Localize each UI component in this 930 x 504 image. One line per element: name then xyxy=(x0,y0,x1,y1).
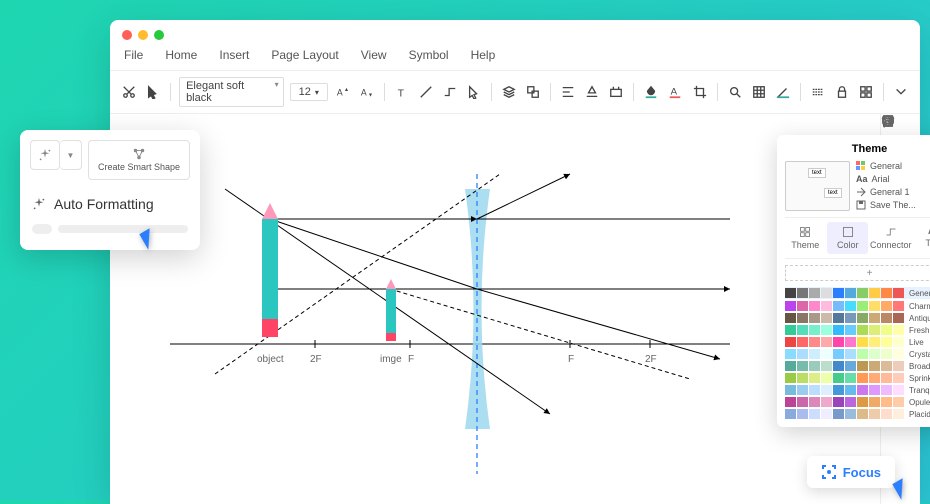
svg-text:A: A xyxy=(671,87,678,98)
menu-home[interactable]: Home xyxy=(165,48,197,62)
label-2f-left: 2F xyxy=(310,354,322,365)
svg-text:▲: ▲ xyxy=(344,87,349,93)
size-button[interactable] xyxy=(607,82,625,102)
sparkle-button[interactable] xyxy=(30,140,60,170)
toolbar: Elegant soft black 12▾ A▲ A▼ T A xyxy=(110,70,920,114)
optics-diagram xyxy=(110,114,880,504)
menu-insert[interactable]: Insert xyxy=(219,48,249,62)
pointer-button[interactable] xyxy=(144,82,162,102)
label-2f-right: 2F xyxy=(645,354,657,365)
select-tool-button[interactable] xyxy=(465,82,483,102)
swatch-row-sprinkle[interactable]: Sprinkle xyxy=(785,373,930,383)
cut-button[interactable] xyxy=(120,82,138,102)
focus-button[interactable]: Focus xyxy=(807,456,895,488)
crop-button[interactable] xyxy=(691,82,709,102)
theme-tab-text[interactable]: AaText xyxy=(914,222,930,254)
format-slider[interactable] xyxy=(30,218,190,240)
label-image: imge xyxy=(380,354,402,365)
theme-tab-color[interactable]: Color xyxy=(827,222,867,254)
menu-help[interactable]: Help xyxy=(471,48,496,62)
window-controls xyxy=(110,20,920,46)
menu-file[interactable]: File xyxy=(124,48,143,62)
line-tool-button[interactable] xyxy=(417,82,435,102)
swatch-row-tranquil[interactable]: Tranquil xyxy=(785,385,930,395)
svg-text:T: T xyxy=(398,87,405,99)
menu-symbol[interactable]: Symbol xyxy=(409,48,449,62)
more-button[interactable] xyxy=(892,82,910,102)
menu-view[interactable]: View xyxy=(361,48,387,62)
menu-page-layout[interactable]: Page Layout xyxy=(271,48,338,62)
swatch-row-placid[interactable]: Placid xyxy=(785,409,930,419)
increase-font-button[interactable]: A▲ xyxy=(334,82,352,102)
decrease-font-button[interactable]: A▼ xyxy=(358,82,376,102)
label-f-right: F xyxy=(568,354,574,365)
svg-text:A: A xyxy=(361,88,367,98)
layers-button[interactable] xyxy=(500,82,518,102)
swatch-row-antique[interactable]: Antique xyxy=(785,313,930,323)
svg-text:A: A xyxy=(337,88,343,98)
menu-bar: File Home Insert Page Layout View Symbol… xyxy=(110,46,920,70)
maximize-button[interactable] xyxy=(154,30,164,40)
theme-opt-font[interactable]: AaArial xyxy=(856,174,930,184)
close-button[interactable] xyxy=(122,30,132,40)
connector-tool-button[interactable] xyxy=(441,82,459,102)
grid-button[interactable] xyxy=(857,82,875,102)
add-theme-button[interactable]: + xyxy=(785,265,930,281)
label-f-left: F xyxy=(408,354,414,365)
table-button[interactable] xyxy=(750,82,768,102)
distribute-button[interactable] xyxy=(583,82,601,102)
theme-opt-general[interactable]: General xyxy=(856,161,930,171)
theme-preview[interactable] xyxy=(785,161,850,211)
swatch-row-fresh[interactable]: Fresh xyxy=(785,325,930,335)
theme-opt-general1[interactable]: General 1 xyxy=(856,187,930,197)
font-size-select[interactable]: 12▾ xyxy=(290,83,328,101)
create-smart-shape-button[interactable]: Create Smart Shape xyxy=(88,140,190,180)
text-color-button[interactable]: A xyxy=(666,82,684,102)
swatch-row-charm[interactable]: Charm xyxy=(785,301,930,311)
sparkle-dropdown[interactable]: ▼ xyxy=(60,140,82,170)
align-button[interactable] xyxy=(559,82,577,102)
theme-panel: Theme General AaArial General 1 Save The… xyxy=(777,135,930,427)
font-select[interactable]: Elegant soft black xyxy=(179,77,284,107)
theme-tab-theme[interactable]: Theme xyxy=(785,222,825,254)
swatch-list: General Charm Antique Fresh Live Crystal Broad… xyxy=(785,287,930,419)
text-tool-button[interactable]: T xyxy=(393,82,411,102)
dash-style-button[interactable] xyxy=(809,82,827,102)
line-style-button[interactable] xyxy=(774,82,792,102)
minimize-button[interactable] xyxy=(138,30,148,40)
theme-title: Theme xyxy=(785,143,930,161)
swatch-row-crystal[interactable]: Crystal xyxy=(785,349,930,359)
group-button[interactable] xyxy=(524,82,542,102)
svg-text:▼: ▼ xyxy=(368,92,373,98)
label-object: object xyxy=(257,354,284,365)
smart-shape-popup: ▼ Create Smart Shape Auto Formatting xyxy=(20,130,200,250)
theme-opt-save[interactable]: Save The... xyxy=(856,200,930,210)
search-button[interactable] xyxy=(725,82,743,102)
swatch-row-opulent[interactable]: Opulent xyxy=(785,397,930,407)
swatch-row-broad[interactable]: Broad xyxy=(785,361,930,371)
swatch-row-general[interactable]: General xyxy=(785,287,930,299)
theme-tab-connector[interactable]: Connector xyxy=(870,222,912,254)
swatch-row-live[interactable]: Live xyxy=(785,337,930,347)
lock-button[interactable] xyxy=(833,82,851,102)
fill-color-button[interactable] xyxy=(642,82,660,102)
auto-formatting-row[interactable]: Auto Formatting xyxy=(30,190,190,218)
